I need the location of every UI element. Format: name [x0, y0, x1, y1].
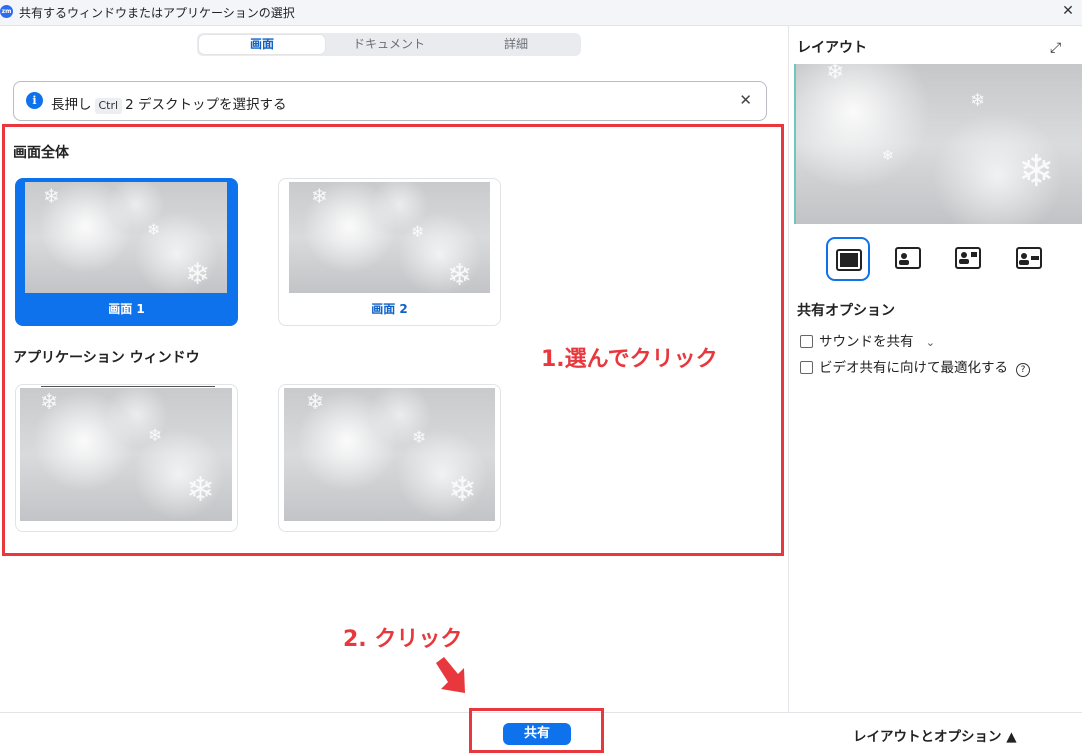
chevron-down-icon[interactable]: ⌄ [926, 336, 935, 349]
snowflake-icon: ❄ [1018, 146, 1055, 197]
layout-and-options-toggle[interactable]: レイアウトとオプション ▲ [853, 725, 1017, 745]
layout-speaker-left-button[interactable] [887, 237, 931, 281]
title-bar: zm 共有するウィンドウまたはアプリケーションの選択 ✕ [0, 0, 1082, 26]
help-icon[interactable]: ? [1016, 363, 1030, 377]
info-text-after: 2 デスクトップを選択する [125, 97, 287, 113]
screen-only-layout-icon [836, 249, 862, 271]
dismiss-info-icon[interactable]: ✕ [739, 91, 752, 109]
info-icon: i [26, 92, 43, 109]
share-options-title: 共有オプション [797, 303, 895, 319]
side-by-side-layout-icon [1016, 247, 1042, 269]
optimize-video-checkbox[interactable] [800, 361, 813, 374]
window-title: 共有するウィンドウまたはアプリケーションの選択 [19, 6, 295, 20]
pip-layout-icon [955, 247, 981, 269]
info-text: 長押し Ctrl 2 デスクトップを選択する [51, 93, 286, 114]
speaker-layout-icon [895, 247, 921, 269]
annotation-step-2: 2. クリック [343, 627, 463, 652]
share-sound-label: サウンドを共有 [819, 334, 914, 350]
source-tabs: 画面 ドキュメント 詳細 [197, 33, 581, 56]
optimize-video-label: ビデオ共有に向けて最適化する [819, 360, 1008, 376]
layout-picture-in-picture-button[interactable] [947, 237, 991, 281]
close-window-icon[interactable]: ✕ [1060, 3, 1076, 19]
info-banner: i 長押し Ctrl 2 デスクトップを選択する ✕ [13, 81, 767, 121]
share-sound-checkbox[interactable] [800, 335, 813, 348]
layout-title: レイアウト [797, 40, 867, 56]
tab-document[interactable]: ドキュメント [325, 35, 453, 54]
share-sound-option[interactable]: サウンドを共有 ⌄ [800, 330, 935, 350]
ctrl-key-badge: Ctrl [94, 98, 123, 114]
tab-screen[interactable]: 画面 [199, 35, 325, 54]
panel-divider [788, 26, 789, 713]
info-text-before: 長押し [51, 97, 92, 113]
annotation-highlight-share [469, 708, 604, 753]
snowflake-icon: ❄ [970, 90, 986, 111]
snowflake-icon: ❄ [882, 148, 894, 164]
layout-screen-only-button[interactable] [826, 237, 870, 281]
layout-side-by-side-button[interactable] [1008, 237, 1052, 281]
snowflake-icon: ❄ [826, 64, 845, 85]
zoom-app-icon: zm [0, 5, 13, 18]
annotation-highlight-selection [2, 124, 784, 556]
expand-icon[interactable]: ⤢ [1050, 40, 1061, 56]
optimize-video-option[interactable]: ビデオ共有に向けて最適化する? [800, 356, 1030, 377]
tab-advanced[interactable]: 詳細 [453, 35, 579, 54]
layout-preview: ❄ ❄ ❄ ❄ [794, 64, 1082, 224]
annotation-arrow-icon [436, 657, 465, 693]
annotation-step-1: 1.選んでクリック [541, 347, 718, 372]
